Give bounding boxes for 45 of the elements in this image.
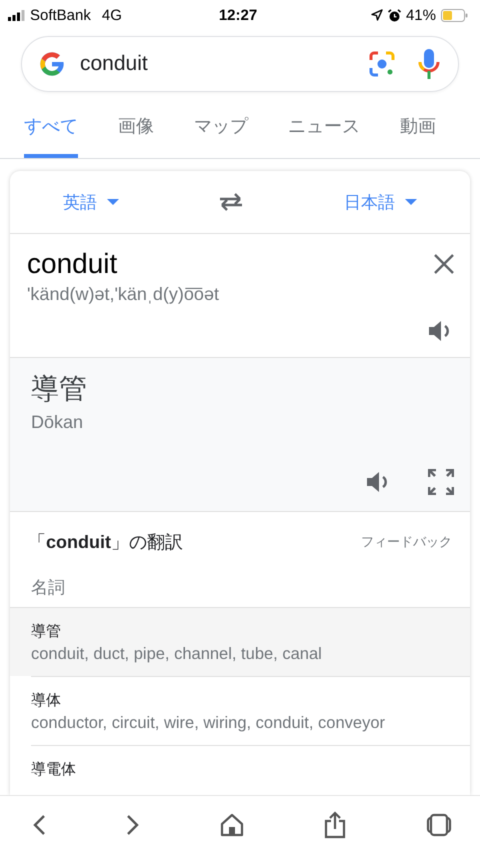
share-icon[interactable] (324, 811, 346, 839)
dictionary-title: 「conduit」の翻訳 (28, 531, 183, 554)
search-tab[interactable]: 動画 (400, 98, 436, 158)
dictionary-entry[interactable]: 導体 conductor, circuit, wire, wiring, conduit, conveyor (31, 676, 470, 745)
camera-lens-icon[interactable] (368, 50, 396, 78)
entry-term: 導電体 (31, 760, 77, 779)
tabs-icon[interactable] (426, 813, 452, 837)
part-of-speech-label: 名詞 (30, 577, 66, 599)
romanization-text: Dōkan (31, 412, 84, 433)
entry-synonyms: conduit, duct, pipe, channel, tube, canal (31, 645, 323, 664)
translation-text: 導管 (31, 372, 88, 406)
battery-icon (441, 8, 468, 22)
dictionary-entry[interactable]: 導管 conduit, duct, pipe, channel, tube, canal (10, 607, 470, 676)
back-icon[interactable] (32, 814, 46, 836)
search-tab[interactable]: マップ (194, 98, 248, 158)
signal-icon (8, 10, 25, 20)
dropdown-caret-icon (106, 199, 119, 205)
dictionary-entry[interactable]: 導電体 (31, 745, 470, 791)
clock-time: 12:27 (218, 6, 258, 24)
location-icon (370, 9, 383, 21)
entry-synonyms: conductor, circuit, wire, wiring, conduit, conveyor (31, 714, 386, 733)
search-input[interactable]: conduit (78, 51, 356, 77)
source-text: conduit (27, 248, 118, 280)
search-tab[interactable]: すべて (24, 98, 78, 158)
source-language-dropdown[interactable]: 英語 (56, 190, 125, 214)
home-icon[interactable] (220, 813, 244, 837)
swap-arrows-icon[interactable] (218, 193, 244, 211)
network-type: 4G (102, 6, 122, 24)
alarm-clock-icon (388, 8, 401, 22)
dropdown-caret-icon (405, 199, 418, 205)
pronunciation-text: 'känd(w)ət,'känˌd(y)o͞oət (27, 284, 220, 305)
entry-term: 導管 (31, 622, 62, 641)
feedback-link[interactable]: フィードバック (361, 533, 452, 551)
entry-term: 導体 (31, 691, 62, 710)
google-g-icon (38, 50, 66, 78)
microphone-icon[interactable] (418, 48, 440, 80)
fullscreen-icon[interactable] (428, 469, 454, 495)
search-field[interactable]: conduit (21, 36, 459, 92)
search-tab[interactable]: ニュース (288, 98, 360, 158)
forward-icon[interactable] (126, 814, 140, 836)
target-language-dropdown[interactable]: 日本語 (338, 190, 424, 214)
search-tab[interactable]: 画像 (118, 98, 154, 158)
close-icon[interactable] (434, 254, 454, 274)
battery-percent: 41% (406, 6, 436, 24)
carrier-name: SoftBank (30, 6, 91, 24)
